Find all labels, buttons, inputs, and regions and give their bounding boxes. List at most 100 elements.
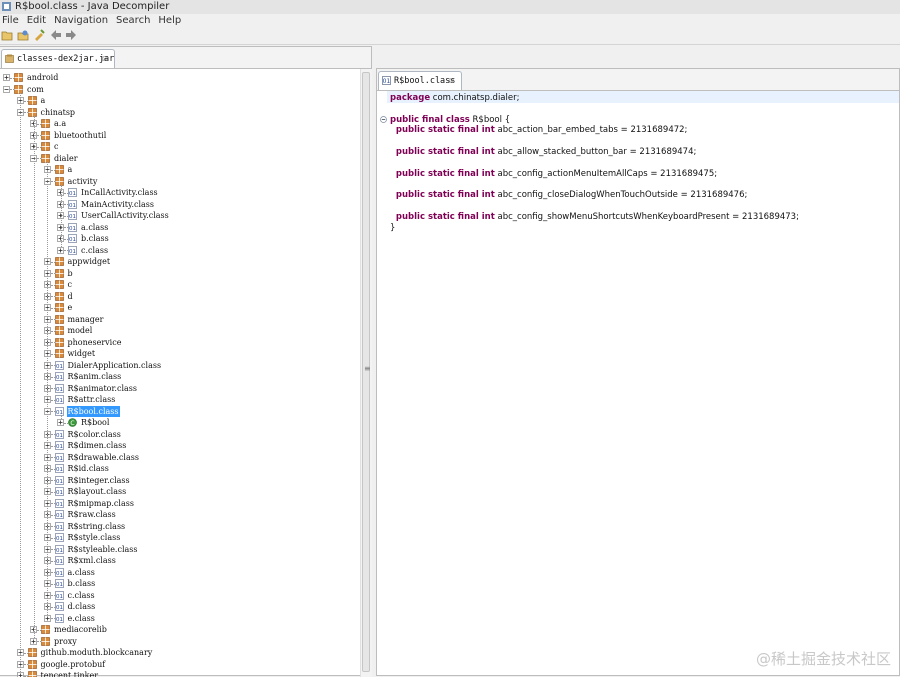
close-icon[interactable]: ☒: [449, 72, 454, 90]
menu-navigation[interactable]: Navigation: [54, 14, 108, 27]
tree-node[interactable]: bluetoothutil: [0, 130, 360, 142]
expand-icon[interactable]: [17, 672, 24, 677]
tree-node[interactable]: widget: [0, 348, 360, 360]
tree-node[interactable]: google.protobuf: [0, 659, 360, 671]
tree-node-label: R$layout.class: [67, 486, 128, 498]
package-icon: [55, 280, 64, 289]
tree-node[interactable]: d: [0, 291, 360, 303]
menu-help[interactable]: Help: [158, 14, 181, 27]
tree-node-label: a: [67, 164, 74, 176]
tree-node-label: R$raw.class: [67, 509, 117, 521]
tree-node[interactable]: 01R$style.class: [0, 532, 360, 544]
tree-node[interactable]: 01a.class: [0, 222, 360, 234]
menu-file[interactable]: File: [2, 14, 19, 27]
tree-node[interactable]: 01R$anim.class: [0, 371, 360, 383]
source-editor-pane: 01 R$bool.class ☒ package com.chinatsp.d…: [376, 68, 900, 676]
tree-node[interactable]: 01d.class: [0, 601, 360, 613]
tree-node[interactable]: b: [0, 268, 360, 280]
tree-node[interactable]: 01a.class: [0, 567, 360, 579]
tab-rbool-class[interactable]: 01 R$bool.class ☒: [378, 71, 462, 90]
class-file-icon: 01: [55, 614, 64, 623]
tree-node[interactable]: a: [0, 95, 360, 107]
tree-node[interactable]: proxy: [0, 636, 360, 648]
left-tab-bar: classes-dex2jar.jar ☒: [0, 47, 371, 69]
tree-node[interactable]: e: [0, 302, 360, 314]
tree-node-label: github.moduth.blockcanary: [40, 647, 154, 659]
code-text: R$bool {: [470, 115, 510, 125]
tree-node[interactable]: phoneservice: [0, 337, 360, 349]
expand-icon[interactable]: [30, 638, 37, 645]
tree-node[interactable]: dialer: [0, 153, 360, 165]
vertical-scrollbar[interactable]: ≡: [360, 69, 372, 677]
tree-node[interactable]: activity: [0, 176, 360, 188]
svg-text:01: 01: [56, 490, 63, 496]
tree-node[interactable]: model: [0, 325, 360, 337]
jar-icon: [5, 54, 14, 63]
tree-node[interactable]: github.moduth.blockcanary: [0, 647, 360, 659]
forward-arrow-icon[interactable]: [65, 29, 77, 41]
code-keyword: public static final int: [390, 125, 495, 135]
open-type-icon[interactable]: [17, 29, 29, 41]
tree-node-label: e: [67, 302, 74, 314]
tree-node[interactable]: 01c.class: [0, 590, 360, 602]
tree-node[interactable]: 01DialerApplication.class: [0, 360, 360, 372]
tree-node-label: R$integer.class: [67, 475, 131, 487]
tree-node[interactable]: 01R$bool.class: [0, 406, 360, 418]
tree-node[interactable]: a.a: [0, 118, 360, 130]
tree-node[interactable]: manager: [0, 314, 360, 326]
tree-node[interactable]: 01R$animator.class: [0, 383, 360, 395]
code-editor[interactable]: package com.chinatsp.dialer;public final…: [377, 91, 899, 675]
tree-node[interactable]: 01R$attr.class: [0, 394, 360, 406]
open-file-icon[interactable]: [1, 29, 13, 41]
tree-node[interactable]: 01R$drawable.class: [0, 452, 360, 464]
expand-icon[interactable]: [3, 74, 10, 81]
expand-icon[interactable]: [57, 419, 64, 426]
expand-icon[interactable]: [44, 615, 51, 622]
class-type-icon: C: [68, 418, 77, 427]
tree-node[interactable]: 01R$xml.class: [0, 555, 360, 567]
tree-node[interactable]: CR$bool: [0, 417, 360, 429]
tree-node[interactable]: 01R$id.class: [0, 463, 360, 475]
tree-node[interactable]: c: [0, 141, 360, 153]
tree-node[interactable]: 01c.class: [0, 245, 360, 257]
code-keyword: public static final int: [390, 212, 495, 222]
package-icon: [41, 154, 50, 163]
menu-search[interactable]: Search: [116, 14, 150, 27]
tree-node[interactable]: android: [0, 72, 360, 84]
class-file-icon: 01: [55, 395, 64, 404]
tree-node-label: bluetoothutil: [53, 130, 107, 142]
tree-node[interactable]: a: [0, 164, 360, 176]
tree-node[interactable]: c: [0, 279, 360, 291]
reload-icon[interactable]: [33, 29, 45, 41]
tree-node[interactable]: 01R$string.class: [0, 521, 360, 533]
tree-node[interactable]: 01InCallActivity.class: [0, 187, 360, 199]
tree-node[interactable]: 01b.class: [0, 578, 360, 590]
tree-node[interactable]: mediacorelib: [0, 624, 360, 636]
menu-edit[interactable]: Edit: [27, 14, 46, 27]
tab-classes-jar[interactable]: classes-dex2jar.jar ☒: [1, 49, 115, 68]
scrollbar-thumb[interactable]: ≡: [362, 72, 370, 672]
fold-collapse-icon[interactable]: [380, 116, 387, 123]
tree-node[interactable]: 01UserCallActivity.class: [0, 210, 360, 222]
tree-node[interactable]: 01b.class: [0, 233, 360, 245]
tree-node[interactable]: 01R$color.class: [0, 429, 360, 441]
tree-node[interactable]: 01R$dimen.class: [0, 440, 360, 452]
back-arrow-icon[interactable]: [50, 29, 62, 41]
tree-node[interactable]: 01e.class: [0, 613, 360, 625]
collapse-icon[interactable]: [3, 86, 10, 93]
close-icon[interactable]: ☒: [102, 50, 107, 68]
svg-text:01: 01: [56, 502, 63, 508]
package-icon: [41, 637, 50, 646]
tree-node-label: R$anim.class: [67, 371, 123, 383]
tree-node[interactable]: com: [0, 84, 360, 96]
tree-node[interactable]: 01R$mipmap.class: [0, 498, 360, 510]
tree-node[interactable]: appwidget: [0, 256, 360, 268]
expand-icon[interactable]: [57, 247, 64, 254]
svg-text:01: 01: [56, 513, 63, 519]
tree-node[interactable]: chinatsp: [0, 107, 360, 119]
tree-node[interactable]: 01 R$layout.class: [0, 486, 360, 498]
tree-node[interactable]: 01R$styleable.class: [0, 544, 360, 556]
tree-node[interactable]: 01 R$raw.class: [0, 509, 360, 521]
tree-node[interactable]: 01R$integer.class: [0, 475, 360, 487]
tree-node[interactable]: 01MainActivity.class: [0, 199, 360, 211]
